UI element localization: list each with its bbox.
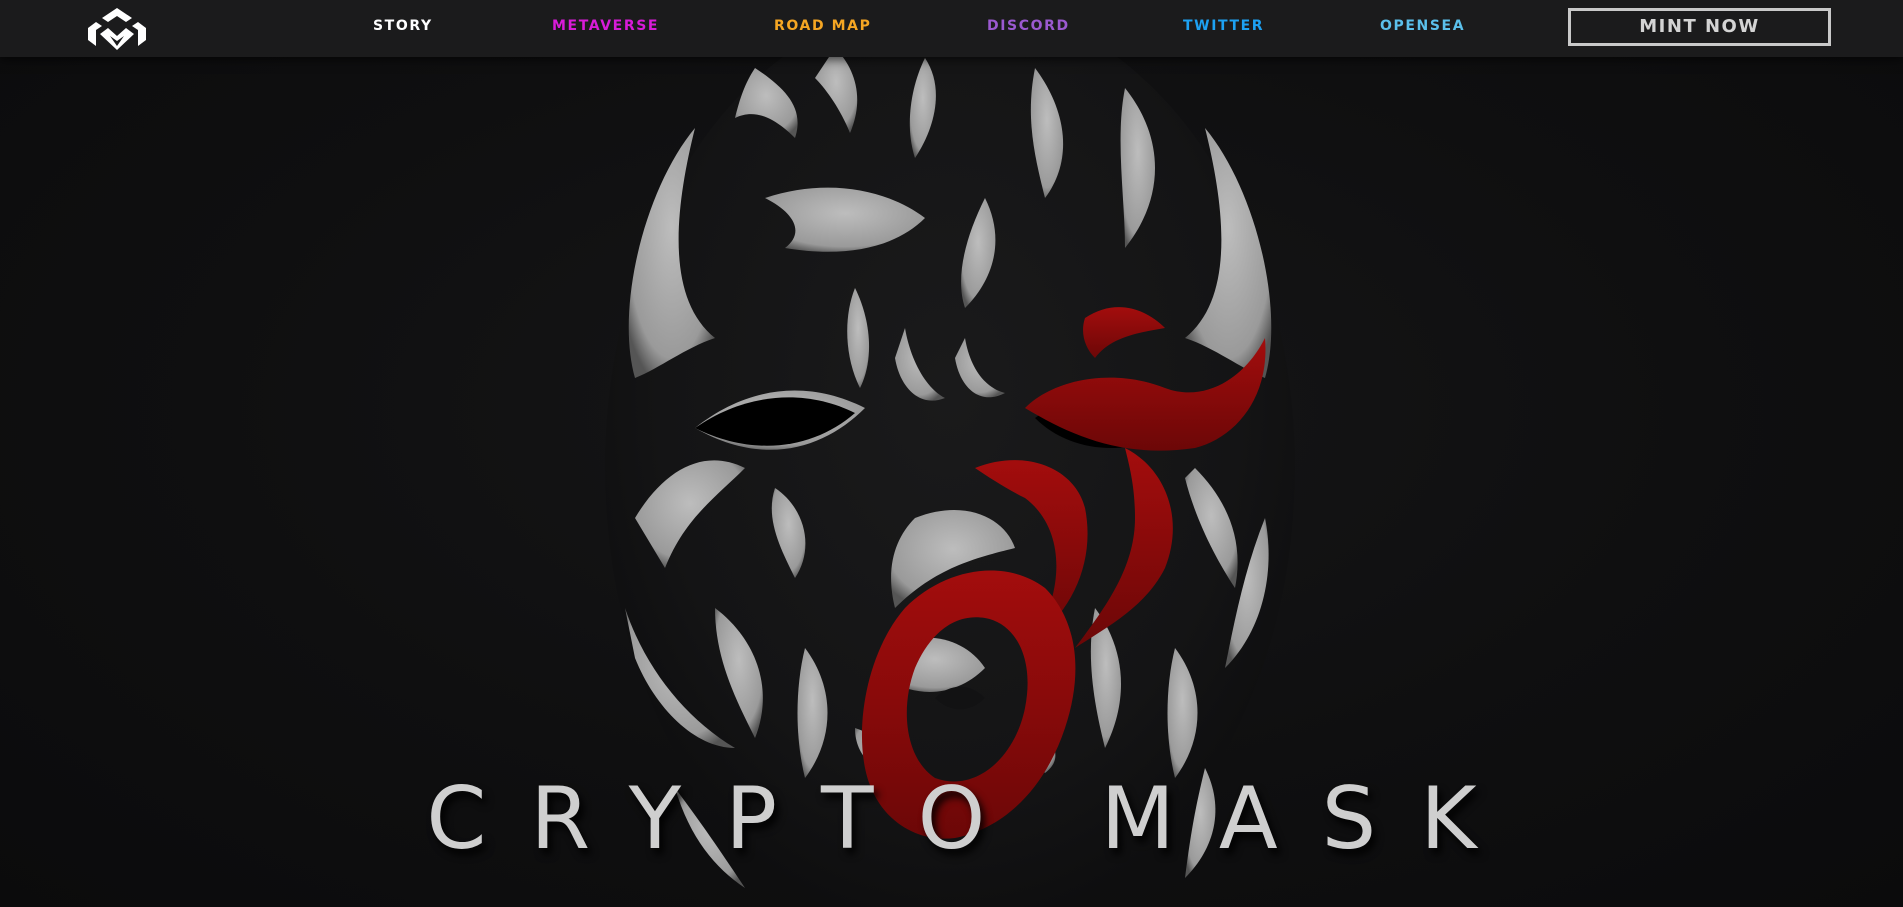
nav-story-link[interactable]: STORY bbox=[373, 18, 433, 34]
nav-discord-link[interactable]: DISCORD bbox=[987, 18, 1070, 34]
page: STORY METAVERSE ROAD MAP DISCORD TWITTER… bbox=[0, 0, 1903, 907]
mint-now-button[interactable]: MINT NOW bbox=[1568, 8, 1831, 46]
crypto-mask-logo-icon[interactable] bbox=[86, 8, 148, 50]
nav-opensea-link[interactable]: OPENSEA bbox=[1380, 18, 1465, 34]
nav-roadmap-link[interactable]: ROAD MAP bbox=[774, 18, 871, 34]
nav-metaverse-link[interactable]: METAVERSE bbox=[552, 18, 659, 34]
nav-twitter-link[interactable]: TWITTER bbox=[1183, 18, 1264, 34]
top-navbar: STORY METAVERSE ROAD MAP DISCORD TWITTER… bbox=[0, 0, 1903, 57]
hero-title: CRYPTO MASK bbox=[426, 769, 1521, 869]
